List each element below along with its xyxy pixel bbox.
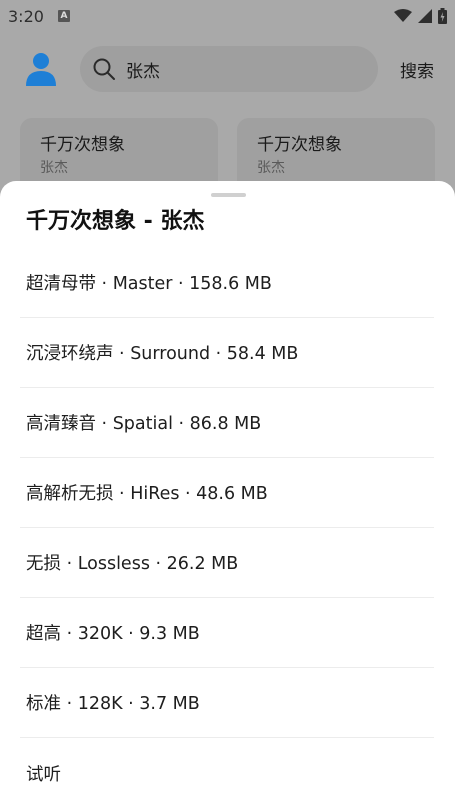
battery-icon — [438, 8, 447, 24]
quality-option-master[interactable]: 超清母带 · Master · 158.6 MB — [20, 248, 434, 318]
status-bar: 3:20 A — [0, 0, 455, 32]
result-artist: 张杰 — [257, 160, 285, 176]
result-artist: 张杰 — [40, 160, 68, 176]
search-input[interactable]: 张杰 — [126, 57, 160, 82]
sheet-title: 千万次想象 - 张杰 — [26, 209, 205, 234]
app-bar: 张杰 搜索 — [0, 40, 455, 98]
result-title: 千万次想象 — [257, 135, 342, 155]
quality-options: 超清母带 · Master · 158.6 MB 沉浸环绕声 · Surroun… — [20, 248, 434, 808]
notification-icon: A — [57, 10, 70, 22]
quality-option-preview[interactable]: 试听 — [20, 738, 434, 808]
quality-option-128k[interactable]: 标准 · 128K · 3.7 MB — [20, 668, 434, 738]
search-button[interactable]: 搜索 — [400, 57, 434, 82]
search-bar[interactable]: 张杰 — [80, 46, 378, 92]
quality-bottom-sheet: 千万次想象 - 张杰 超清母带 · Master · 158.6 MB 沉浸环绕… — [0, 181, 455, 808]
quality-option-hires[interactable]: 高解析无损 · HiRes · 48.6 MB — [20, 458, 434, 528]
signal-icon — [418, 9, 432, 23]
quality-option-lossless[interactable]: 无损 · Lossless · 26.2 MB — [20, 528, 434, 598]
quality-option-spatial[interactable]: 高清臻音 · Spatial · 86.8 MB — [20, 388, 434, 458]
status-time: 3:20 — [8, 6, 44, 26]
result-title: 千万次想象 — [40, 135, 125, 155]
user-avatar-icon[interactable] — [22, 50, 60, 88]
drag-handle[interactable] — [211, 193, 246, 197]
quality-option-surround[interactable]: 沉浸环绕声 · Surround · 58.4 MB — [20, 318, 434, 388]
wifi-icon — [394, 9, 412, 22]
search-icon — [93, 58, 115, 80]
quality-option-320k[interactable]: 超高 · 320K · 9.3 MB — [20, 598, 434, 668]
